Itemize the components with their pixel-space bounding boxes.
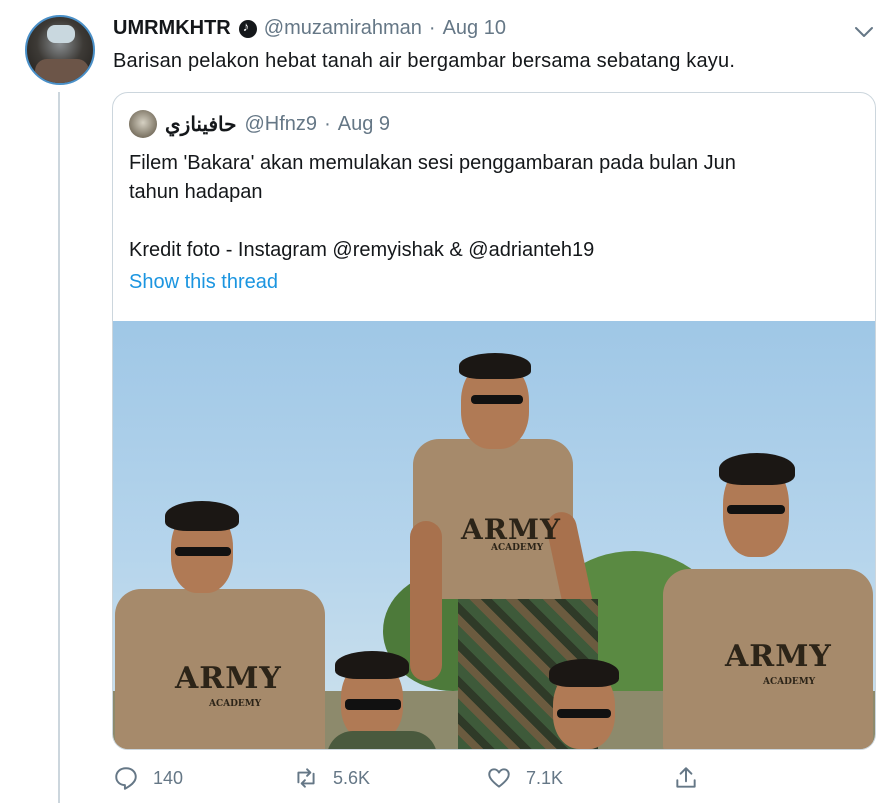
like-count: 7.1K	[526, 767, 564, 788]
reply-icon[interactable]	[113, 765, 139, 791]
share-icon[interactable]	[673, 765, 699, 791]
retweet-count: 5.6K	[333, 767, 371, 788]
share-action[interactable]	[673, 765, 713, 791]
quote-date: Aug 9	[337, 113, 390, 135]
quote-text: Filem 'Bakara' akan memulakan sesi pengg…	[129, 152, 736, 261]
quote-handle: @Hfnz9	[244, 113, 318, 135]
avatar[interactable]	[25, 15, 95, 85]
quoted-tweet[interactable]: حافينازي @Hfnz9 · Aug 9 Filem 'Bakara' a…	[112, 92, 876, 750]
quote-separator-dot: ·	[324, 113, 331, 135]
user-handle[interactable]: @muzamirahman	[264, 17, 422, 40]
thread-line	[58, 92, 60, 803]
quote-display-name: حافينازي	[165, 114, 237, 136]
shirt-academy-text: ACADEMY	[491, 543, 544, 553]
separator-dot: ·	[428, 17, 436, 39]
verified-music-icon	[238, 19, 257, 38]
show-thread-link[interactable]: Show this thread	[129, 271, 278, 294]
tweet-actions: 140 5.6K 7.1K	[113, 765, 733, 795]
quote-avatar	[129, 110, 157, 138]
reply-action[interactable]: 140	[113, 765, 183, 791]
quote-photo[interactable]: ARMY ACADEMY ARMY ACADEMY ARMY ACADEMY	[113, 321, 875, 749]
retweet-icon[interactable]	[293, 765, 319, 791]
display-name[interactable]: UMRMKHTR	[113, 17, 231, 40]
shirt-army-text: ARMY	[461, 513, 561, 546]
heart-icon[interactable]	[486, 765, 512, 791]
shirt-army-text: ARMY	[175, 661, 282, 696]
chevron-down-icon[interactable]	[852, 20, 876, 44]
avatar-shirt	[35, 59, 89, 83]
reply-count: 140	[153, 767, 184, 788]
tweet-text: Barisan pelakon hebat tanah air bergamba…	[113, 50, 736, 72]
like-action[interactable]: 7.1K	[486, 765, 563, 791]
tweet-header: UMRMKHTR @muzamirahman · Aug 10	[113, 17, 506, 40]
shirt-army-text: ARMY	[725, 639, 832, 674]
shirt-academy-text: ACADEMY	[209, 699, 262, 709]
avatar-mask	[47, 25, 75, 43]
tweet-date[interactable]: Aug 10	[443, 17, 506, 40]
retweet-action[interactable]: 5.6K	[293, 765, 370, 791]
quote-header: حافينازي @Hfnz9 · Aug 9	[165, 112, 390, 137]
shirt-academy-text: ACADEMY	[763, 677, 816, 687]
